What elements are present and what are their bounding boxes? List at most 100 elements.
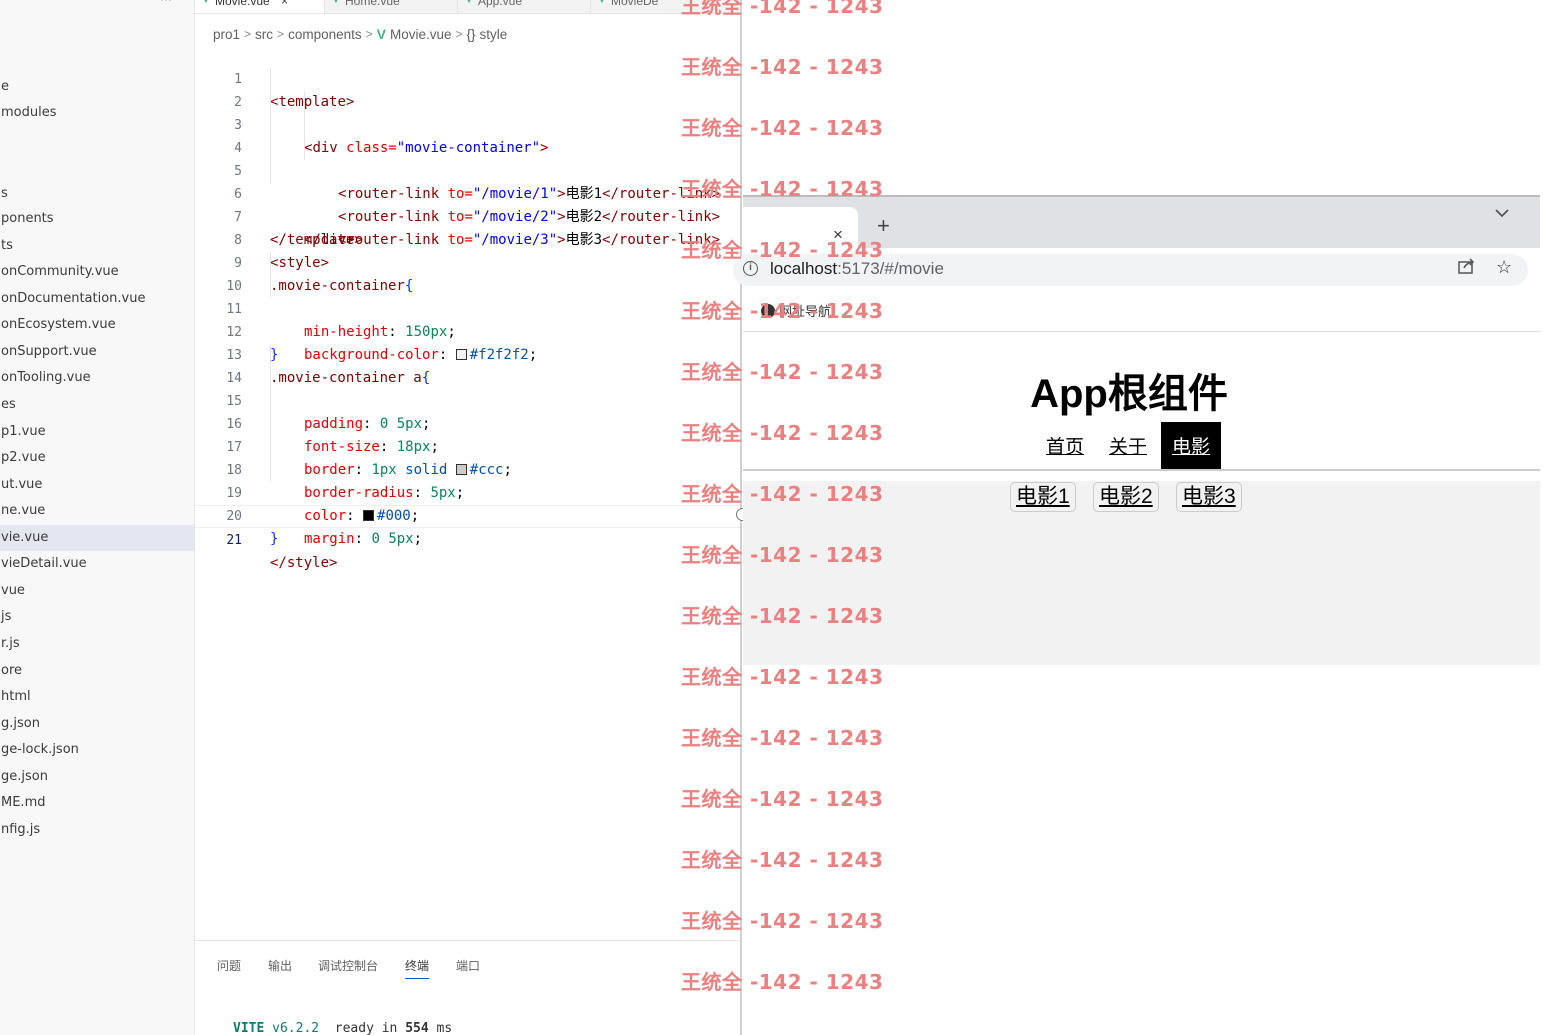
breadcrumb-item[interactable]: style (480, 27, 508, 42)
explorer-item[interactable]: p1.vue (0, 419, 194, 445)
explorer-item[interactable]: es (0, 392, 194, 418)
watermark-text: 王统全 -142 - 1243 (681, 360, 884, 384)
vue-file-icon: V (376, 26, 386, 42)
indent-guide (270, 91, 271, 114)
explorer-item[interactable]: nfig.js (0, 817, 194, 843)
code-text: } (270, 531, 279, 547)
watermark-text: 王统全 -142 - 1243 (681, 482, 884, 506)
explorer-item[interactable]: js (0, 604, 194, 630)
watermark-text: 王统全 -142 - 1243 (681, 177, 884, 201)
indent-guide (270, 390, 271, 413)
explorer-item[interactable]: e (0, 74, 194, 100)
panel-tab-output[interactable]: 输出 (268, 957, 292, 974)
watermark-text: 王统全 -142 - 1243 (681, 604, 884, 628)
explorer-item[interactable]: ne.vue (0, 498, 194, 524)
chevron-down-icon[interactable] (1494, 205, 1510, 223)
chevron-right-icon: > (455, 27, 463, 41)
code-line: 19 margin: 0 5px; (195, 459, 741, 547)
vue-file-icon: ▼ (464, 0, 474, 6)
chevron-right-icon: > (244, 27, 252, 41)
indent-guide (270, 252, 271, 275)
explorer-item[interactable]: modules (0, 100, 194, 126)
movie-link-3[interactable]: 电影3 (1176, 482, 1242, 512)
nav-link-home[interactable]: 首页 (1046, 422, 1084, 469)
code-line: 16 border: 1px solid #ccc; (195, 390, 741, 478)
code-line: 6 </div> (195, 160, 741, 248)
breadcrumb-item[interactable]: pro1 (213, 27, 240, 42)
nav-link-movie-active[interactable]: 电影 (1161, 422, 1222, 469)
watermark-text: 王统全 -142 - 1243 (681, 848, 884, 872)
share-svg (1458, 258, 1475, 274)
explorer-item[interactable]: ore (0, 658, 194, 684)
indent-guide (270, 459, 271, 482)
panel-tab-problems[interactable]: 问题 (217, 957, 241, 974)
explorer-item[interactable]: vue (0, 578, 194, 604)
indent-guide (270, 367, 271, 390)
explorer-item[interactable]: ut.vue (0, 472, 194, 498)
indent-guide (270, 137, 271, 160)
indent-guide (270, 344, 271, 367)
code-line: 12 } (195, 298, 741, 363)
panel-tab-ports[interactable]: 端口 (456, 957, 480, 974)
code-line: 17 border-radius: 5px; (195, 413, 741, 501)
watermark-text: 王统全 -142 - 1243 (681, 787, 884, 811)
breadcrumb-item[interactable]: Movie.vue (390, 27, 452, 42)
watermark-text: 王统全 -142 - 1243 (681, 55, 884, 79)
tab-app-vue[interactable]: ▼ App.vue (458, 0, 591, 13)
breadcrumb-item[interactable]: src (255, 27, 273, 42)
code-line-current: 21 </style> (195, 505, 741, 571)
movie-link-2[interactable]: 电影2 (1093, 482, 1159, 512)
explorer-item[interactable]: ge.json (0, 764, 194, 790)
movie-container: 电影1 电影2 电影3 (743, 481, 1540, 665)
vue-file-icon: ▼ (201, 0, 211, 6)
code-line: 7 </template> (195, 183, 741, 248)
explorer-item[interactable]: html (0, 684, 194, 710)
explorer-item[interactable]: g.json (0, 711, 194, 737)
explorer-item[interactable]: onDocumentation.vue (0, 286, 194, 312)
panel-tab-debug-console[interactable]: 调试控制台 (318, 957, 378, 974)
watermark-text: 王统全 -142 - 1243 (681, 543, 884, 567)
code-line: 18 color: #000; (195, 436, 741, 524)
explorer-item[interactable]: r.js (0, 631, 194, 657)
editor-tab-bar: ▼ Movie.vue × ▼ Home.vue ▼ App.vue ▼ Mov… (195, 0, 741, 14)
explorer-item[interactable]: s (0, 181, 194, 207)
explorer-item[interactable]: ge-lock.json (0, 737, 194, 763)
code-line: 15 font-size: 18px; (195, 367, 741, 455)
watermark-text: 王统全 -142 - 1243 (681, 299, 884, 323)
vue-file-icon: ▼ (597, 0, 607, 6)
explorer-item[interactable]: ME.md (0, 790, 194, 816)
terminal-output[interactable]: VITE v6.2.2 ready in 554 ms (233, 1021, 452, 1035)
explorer-item[interactable]: ts (0, 233, 194, 259)
explorer-item[interactable]: onTooling.vue (0, 365, 194, 391)
tab-movie-vue[interactable]: ▼ Movie.vue × (195, 0, 325, 13)
explorer-item[interactable]: onEcosystem.vue (0, 312, 194, 338)
explorer-item[interactable]: onSupport.vue (0, 339, 194, 365)
tab-label: Movie.vue (215, 0, 270, 8)
watermark-text: 王统全 -142 - 1243 (681, 238, 884, 262)
explorer-item[interactable]: p2.vue (0, 445, 194, 471)
code-line: 5 <router-link to="/movie/3">电影3</router… (195, 137, 741, 248)
tab-label: Home.vue (345, 0, 400, 8)
braces-icon: {} (466, 26, 476, 42)
watermark-text: 王统全 -142 - 1243 (681, 726, 884, 750)
watermark-text: 王统全 -142 - 1243 (681, 665, 884, 689)
explorer-item[interactable]: ponents (0, 206, 194, 232)
movie-link-1[interactable]: 电影1 (1010, 482, 1076, 512)
breadcrumb-item[interactable]: components (288, 27, 362, 42)
explorer-item[interactable]: vieDetail.vue (0, 551, 194, 577)
more-actions-icon[interactable]: ··· (160, 0, 172, 6)
explorer-item-selected[interactable]: vie.vue (0, 525, 194, 551)
watermark-text: 王统全 -142 - 1243 (681, 116, 884, 140)
watermark-text: 王统全 -142 - 1243 (681, 970, 884, 994)
panel-tab-terminal[interactable]: 终端 (405, 957, 430, 979)
nav-link-about[interactable]: 关于 (1109, 422, 1147, 469)
close-icon[interactable]: × (281, 0, 288, 8)
explorer-item[interactable]: onCommunity.vue (0, 259, 194, 285)
tab-home-vue[interactable]: ▼ Home.vue (325, 0, 458, 13)
info-icon[interactable]: i (743, 261, 758, 276)
bookmark-star-icon[interactable]: ☆ (1496, 257, 1512, 278)
code-line: 2 <div class="movie-container"> (195, 68, 741, 156)
share-icon[interactable] (1458, 258, 1476, 279)
chevron-right-icon: > (277, 27, 285, 41)
chevron-down-svg (1495, 209, 1509, 218)
